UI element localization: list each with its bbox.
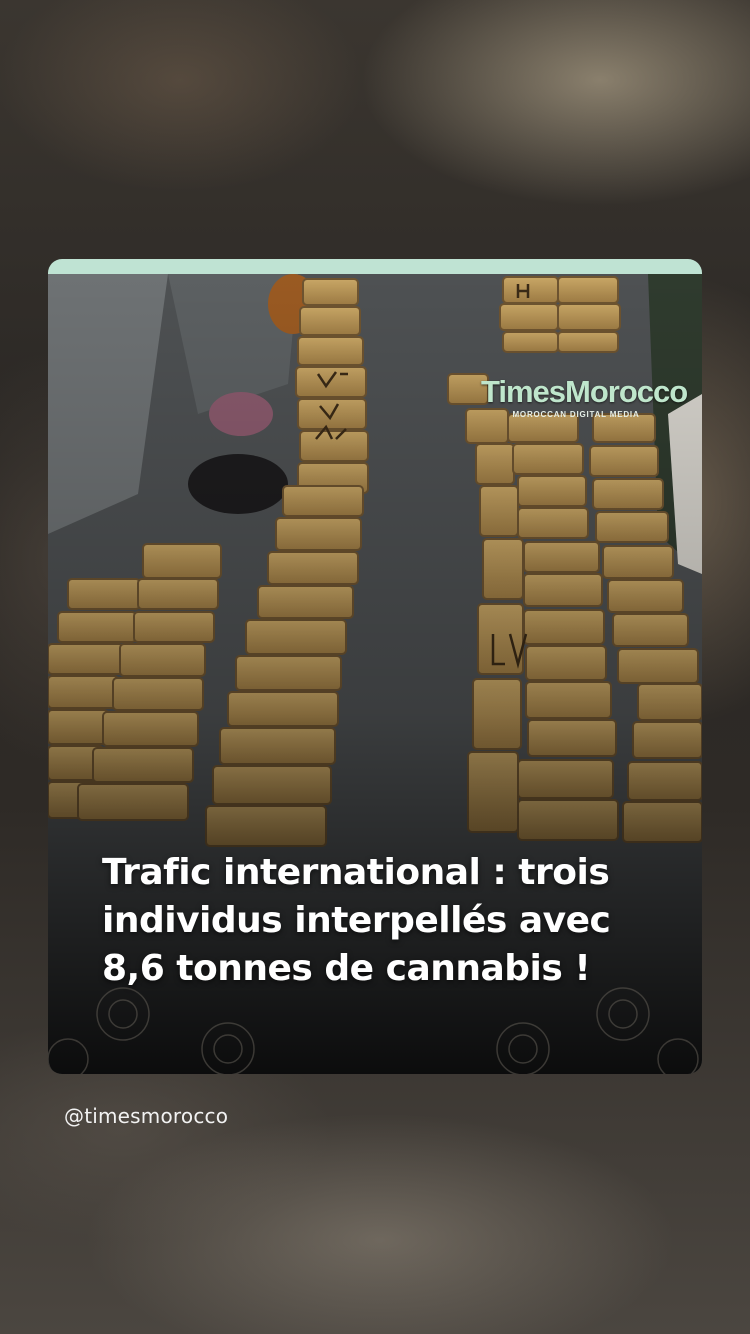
story-post-card[interactable]: TimesMorocco MOROCCAN DIGITAL MEDIA Traf… [48, 259, 702, 1074]
author-handle[interactable]: @timesmorocco [64, 1104, 228, 1128]
headline-text: Trafic international : trois individus i… [102, 852, 611, 989]
card-accent-bar [48, 259, 702, 274]
logo-wordmark: TimesMorocco [481, 374, 688, 409]
logo-tagline: MOROCCAN DIGITAL MEDIA [512, 410, 640, 419]
times-morocco-logo: TimesMorocco MOROCCAN DIGITAL MEDIA [481, 374, 688, 419]
news-photo: TimesMorocco MOROCCAN DIGITAL MEDIA Traf… [48, 274, 702, 1074]
